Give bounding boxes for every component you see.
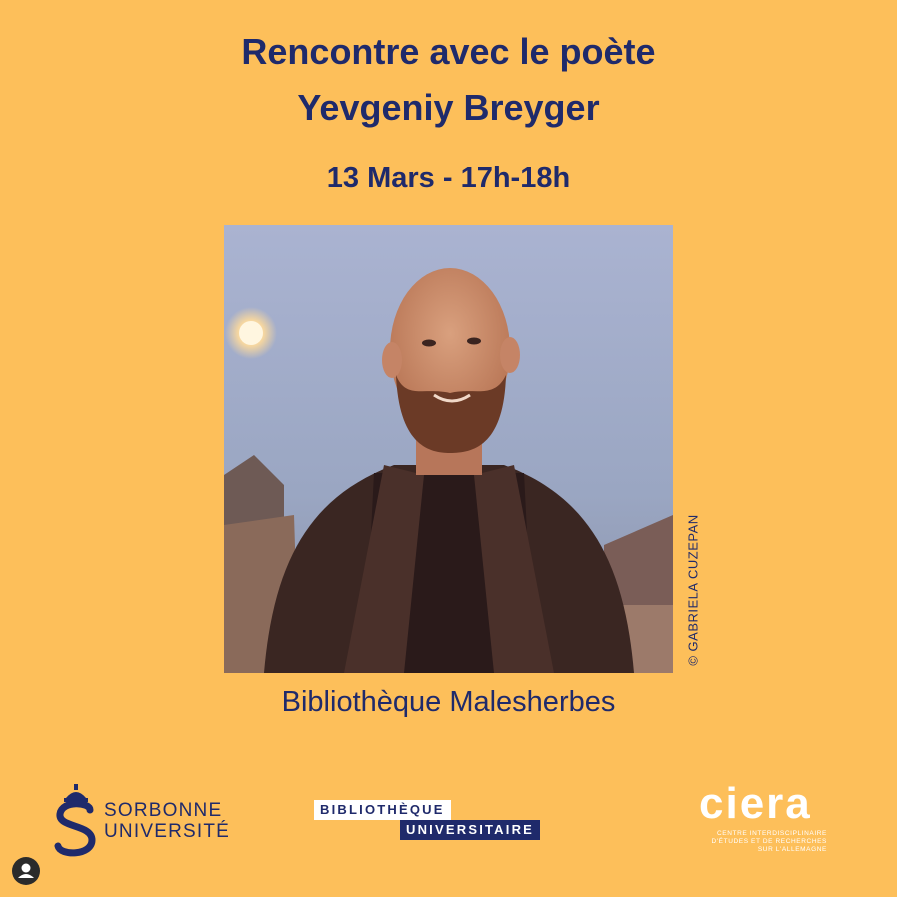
sorbonne-text: SORBONNE UNIVERSITÉ (104, 800, 230, 842)
poet-photo (224, 225, 673, 673)
sorbonne-line2: UNIVERSITÉ (104, 821, 231, 842)
ciera-logo: ciera CENTRE INTERDISCIPLINAIRE D'ÉTUDES… (695, 779, 835, 862)
sorbonne-dome-s-icon (54, 784, 96, 857)
bu-line1: BIBLIOTHÈQUE (314, 800, 451, 820)
event-date: 13 Mars - 17h-18h (326, 162, 571, 194)
ciera-sub-line2: D'ÉTUDES ET DE RECHERCHES (711, 838, 827, 845)
event-title-line2: Yevgeniy Breyger (297, 87, 600, 128)
ciera-sub-line1: CENTRE INTERDISCIPLINAIRE (717, 830, 827, 837)
sorbonne-line1: SORBONNE (104, 800, 223, 821)
bibliotheque-universitaire-logo: BIBLIOTHÈQUE UNIVERSITAIRE (314, 800, 564, 844)
photo-credit-text: © GABRIELA CUZEPAN (685, 514, 701, 666)
sorbonne-universite-logo: SORBONNE UNIVERSITÉ (52, 784, 242, 858)
ciera-wordmark: ciera (699, 779, 812, 828)
venue-name: Bibliothèque Malesherbes (281, 686, 616, 718)
photo-credit: © GABRIELA CUZEPAN (676, 500, 710, 680)
bu-line2: UNIVERSITAIRE (400, 820, 541, 840)
event-title-line1: Rencontre avec le poète (241, 31, 656, 72)
user-avatar-icon[interactable] (12, 857, 40, 885)
ciera-sub-line3: SUR L'ALLEMAGNE (757, 846, 827, 853)
ciera-subtitle: CENTRE INTERDISCIPLINAIRE D'ÉTUDES ET DE… (697, 830, 827, 854)
